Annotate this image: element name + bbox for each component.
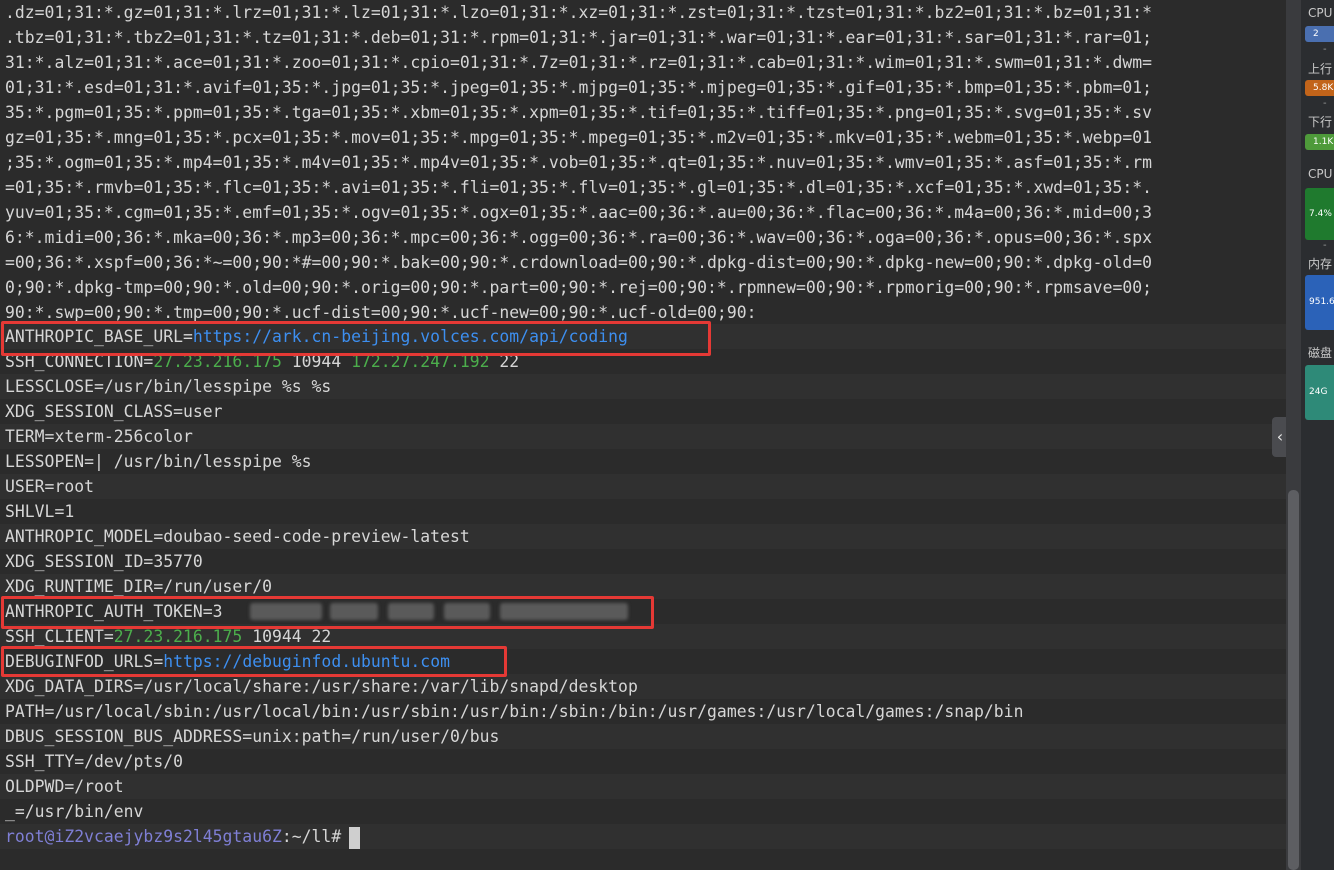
env-lessopen: LESSOPEN=| /usr/bin/lesspipe %s [5, 452, 312, 471]
ip-address: 27.23.216.175 [113, 627, 243, 646]
env-anthropic-base-url: ANTHROPIC_BASE_URL=https://ark.cn-beijin… [5, 324, 628, 349]
terminal-scrollbar[interactable] [1286, 0, 1301, 870]
debuginfod-link[interactable]: https://debuginfod.ubuntu.com [163, 652, 450, 671]
disk-label: 磁盘 [1308, 346, 1333, 360]
ls-colors-line: 6:*.midi=00;36:*.mka=00;36:*.mp3=00;36:*… [5, 228, 1153, 247]
port: 10944 22 [242, 627, 332, 646]
text-cursor [349, 826, 361, 849]
scrollbar-thumb[interactable] [1288, 490, 1299, 870]
ls-colors-line: gz=01;35:*.mng=01;35:*.pcx=01;35:*.mov=0… [5, 128, 1153, 147]
redacted-token-segment [330, 603, 378, 620]
env-path: PATH=/usr/local/sbin:/usr/local/bin:/usr… [5, 702, 1024, 721]
env-debuginfod-urls: DEBUGINFOD_URLS=https://debuginfod.ubunt… [5, 649, 450, 674]
env-user: USER=root [5, 477, 94, 496]
row-highlight [0, 774, 1286, 799]
ls-colors-line: .dz=01;31:*.gz=01;31:*.lrz=01;31:*.lz=01… [5, 3, 1153, 22]
ls-colors-line: .tbz=01;31:*.tbz2=01;31:*.tz=01;31:*.deb… [5, 28, 1153, 47]
ls-colors-line: yuv=01;35:*.cgm=01;35:*.emf=01;35:*.ogv=… [5, 203, 1153, 222]
env-anthropic-auth-token: ANTHROPIC_AUTH_TOKEN=3 [5, 599, 223, 624]
disk-usage-bar: 24G [1305, 365, 1334, 420]
terminal-window[interactable]: .dz=01;31:*.gz=01;31:*.lrz=01;31:*.lz=01… [0, 0, 1286, 870]
env-dbus-session: DBUS_SESSION_BUS_ADDRESS=unix:path=/run/… [5, 727, 500, 746]
ip-address: 172.27.247.192 [351, 352, 490, 371]
prompt-user-host: root@iZ2vcaejybz9s2l45gtau6Z [5, 827, 282, 846]
upload-speed-badge: 5.8K [1305, 80, 1334, 96]
cpu-usage-label: CPU [1308, 167, 1333, 181]
separator-dash: - [1323, 98, 1327, 109]
env-xdg-session-class: XDG_SESSION_CLASS=user [5, 402, 223, 421]
port: 10944 [281, 352, 352, 371]
env-ssh-client: SSH_CLIENT=27.23.216.175 10944 22 [5, 624, 331, 649]
cpu-usage-bar: 7.4% [1305, 188, 1334, 240]
separator-dash: - [1323, 240, 1327, 251]
ls-colors-line: =01;35:*.rmvb=01;35:*.flc=01;35:*.avi=01… [5, 178, 1153, 197]
ls-colors-line: 35:*.pgm=01;35:*.ppm=01;35:*.tga=01;35:*… [5, 103, 1153, 122]
env-key: ANTHROPIC_AUTH_TOKEN= [5, 602, 213, 621]
env-shlvl: SHLVL=1 [5, 502, 75, 521]
env-key: SSH_CONNECTION= [5, 352, 154, 371]
env-xdg-data-dirs: XDG_DATA_DIRS=/usr/local/share:/usr/shar… [5, 677, 638, 696]
ls-colors-line: 31:*.alz=01;31:*.ace=01;31:*.zoo=01;31:*… [5, 53, 1153, 72]
separator-dash: - [1323, 44, 1327, 55]
upload-label: 上行 [1308, 62, 1333, 76]
redacted-token-segment [388, 603, 434, 620]
base-url-link[interactable]: https://ark.cn-beijing.volces.com/api/co… [193, 327, 628, 346]
env-xdg-session-id: XDG_SESSION_ID=35770 [5, 552, 203, 571]
env-key: DEBUGINFOD_URLS= [5, 652, 164, 671]
env-ssh-tty: SSH_TTY=/dev/pts/0 [5, 752, 183, 771]
ls-colors-line: 0;90:*.dpkg-tmp=00;90:*.old=00;90:*.orig… [5, 278, 1153, 297]
env-oldpwd: OLDPWD=/root [5, 777, 124, 796]
ls-colors-line: ;35:*.ogm=01;35:*.mp4=01;35:*.m4v=01;35:… [5, 153, 1153, 172]
row-highlight [0, 474, 1286, 499]
port: 22 [489, 352, 520, 371]
redacted-token-segment [500, 603, 628, 620]
cpu-cores-badge: 2 [1305, 26, 1334, 42]
env-underscore: _=/usr/bin/env [5, 802, 144, 821]
memory-usage-bar: 951.6 [1305, 275, 1334, 330]
env-lessclose: LESSCLOSE=/usr/bin/lesspipe %s %s [5, 377, 332, 396]
prompt-path: :~/ll# [281, 827, 342, 846]
redacted-token-segment [250, 603, 322, 620]
memory-label: 内存 [1308, 257, 1333, 271]
ls-colors-line: =00;36:*.xspf=00;36:*~=00;90:*#=00;90:*.… [5, 253, 1153, 272]
env-anthropic-model: ANTHROPIC_MODEL=doubao-seed-code-preview… [5, 527, 470, 546]
redacted-token-segment [444, 603, 490, 620]
ip-address: 27.23.216.175 [153, 352, 282, 371]
ls-colors-line: 90:*.swp=00;90:*.tmp=00;90:*.ucf-dist=00… [5, 303, 757, 322]
download-speed-badge: 1.1K [1305, 134, 1334, 150]
shell-prompt[interactable]: root@iZ2vcaejybz9s2l45gtau6Z:~/ll# [5, 824, 361, 849]
token-visible-char: 3 [212, 602, 223, 621]
cpu-cores-label: CPU [1308, 6, 1333, 20]
env-key: SSH_CLIENT= [5, 627, 114, 646]
download-label: 下行 [1308, 115, 1333, 129]
env-key: ANTHROPIC_BASE_URL= [5, 327, 193, 346]
system-monitor-panel: CPU 2 - 上行 5.8K - 下行 1.1K CPU 7.4% - 内存 … [1301, 0, 1334, 870]
env-xdg-runtime-dir: XDG_RUNTIME_DIR=/run/user/0 [5, 577, 272, 596]
env-term: TERM=xterm-256color [5, 427, 193, 446]
ls-colors-line: 01;31:*.esd=01;31:*.avif=01;35:*.jpg=01;… [5, 78, 1153, 97]
env-ssh-connection: SSH_CONNECTION=27.23.216.175 10944 172.2… [5, 349, 519, 374]
